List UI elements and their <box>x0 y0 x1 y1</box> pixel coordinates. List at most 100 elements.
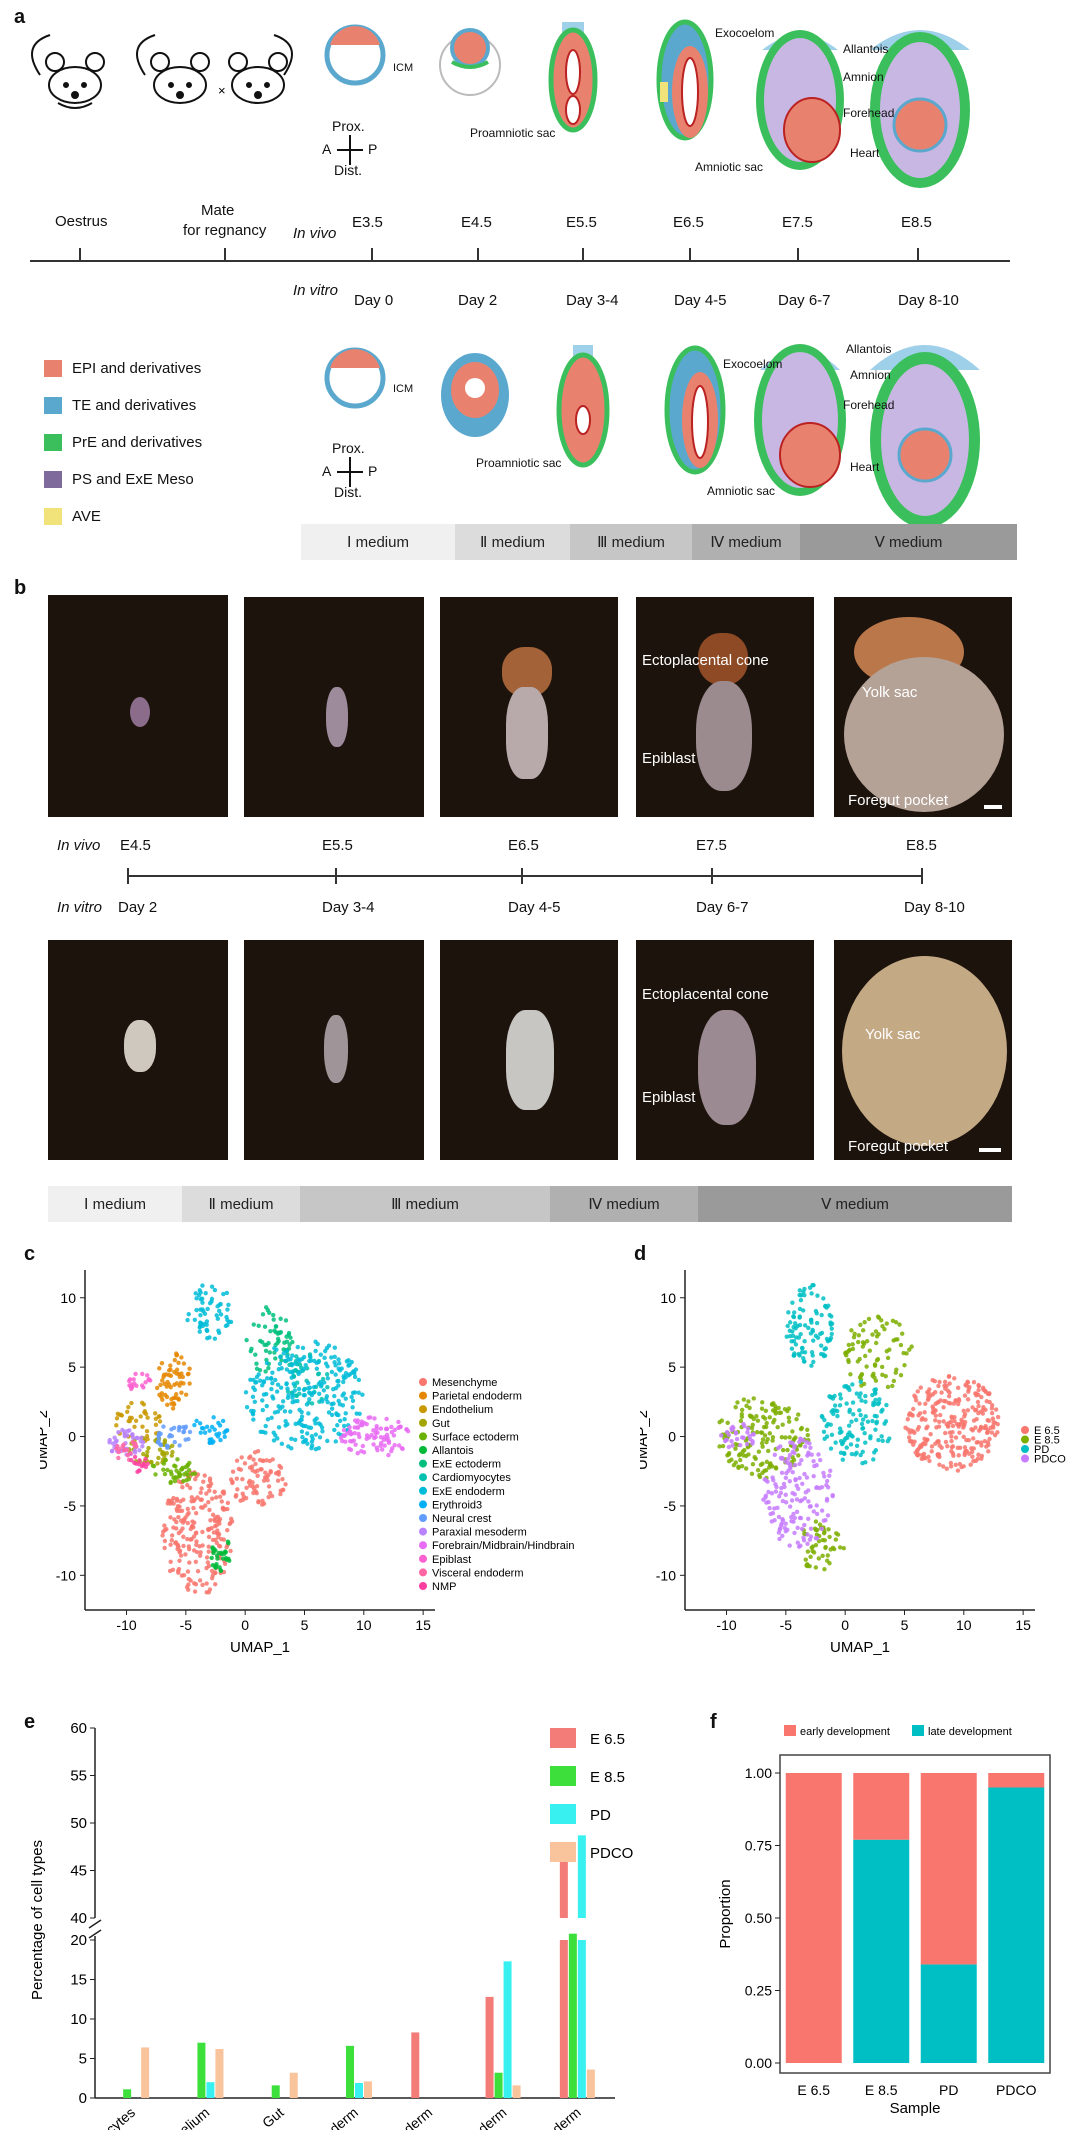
umap-point <box>937 1419 942 1424</box>
umap-point <box>837 1545 843 1550</box>
umap-point <box>275 1478 281 1483</box>
umap-legend-dot <box>419 1446 427 1454</box>
umap-point <box>254 1361 259 1366</box>
umap-point <box>904 1351 909 1356</box>
umap-point <box>277 1463 282 1469</box>
umap-point <box>168 1542 173 1547</box>
umap-point <box>125 1428 130 1434</box>
umap-point <box>819 1343 824 1348</box>
umap-point <box>945 1423 951 1429</box>
umap-point <box>296 1421 301 1426</box>
umap-point <box>817 1457 823 1463</box>
umap-point <box>193 1476 198 1482</box>
umap-y-tick-label: 5 <box>68 1359 76 1375</box>
umap-point <box>302 1438 308 1444</box>
in-vitro-day2-diagram <box>441 353 509 437</box>
umap-point <box>290 1395 295 1400</box>
umap-point <box>938 1412 943 1418</box>
umap-point <box>970 1454 975 1459</box>
umap-point <box>295 1398 300 1404</box>
umap-point <box>159 1361 165 1366</box>
umap-point <box>366 1435 372 1440</box>
umap-point <box>200 1283 205 1288</box>
umap-point <box>175 1504 181 1509</box>
umap-point <box>262 1324 268 1329</box>
umap-point <box>864 1364 869 1369</box>
umap-point <box>961 1464 966 1469</box>
umap-point <box>290 1353 295 1358</box>
umap-point <box>282 1409 288 1414</box>
umap-point <box>949 1415 955 1421</box>
umap-point <box>912 1439 917 1444</box>
umap-point <box>157 1419 163 1424</box>
umap-point <box>192 1589 198 1594</box>
umap-point <box>838 1438 844 1444</box>
umap-point <box>811 1550 817 1555</box>
umap-point <box>913 1395 918 1400</box>
umap-point <box>169 1538 175 1543</box>
umap-point <box>808 1445 813 1450</box>
f-bar-early <box>920 1773 977 1965</box>
umap-point <box>768 1462 773 1468</box>
umap-point <box>849 1419 854 1424</box>
umap-point <box>207 1476 213 1481</box>
umap-point <box>936 1424 942 1429</box>
umap-point <box>826 1527 831 1532</box>
umap-point <box>885 1384 891 1390</box>
a-label: A <box>322 141 332 157</box>
umap-point <box>825 1553 830 1558</box>
umap-point <box>267 1350 273 1355</box>
umap-point <box>736 1453 742 1458</box>
umap-point <box>244 1337 249 1343</box>
umap-point <box>320 1399 325 1404</box>
umap-point <box>164 1372 169 1377</box>
umap-point <box>286 1393 291 1398</box>
umap-point <box>976 1387 981 1393</box>
umap-point <box>964 1448 969 1454</box>
umap-point <box>756 1449 762 1454</box>
umap-point <box>739 1414 745 1420</box>
umap-point <box>140 1371 145 1377</box>
umap-point <box>957 1430 962 1435</box>
umap-point <box>320 1429 325 1434</box>
umap-point <box>225 1539 231 1544</box>
umap-point <box>183 1392 189 1397</box>
umap-legend-dot <box>419 1418 427 1427</box>
umap-point <box>143 1456 148 1462</box>
umap-point-cloud <box>717 1282 1001 1572</box>
umap-point <box>736 1464 741 1469</box>
umap-point <box>165 1402 170 1408</box>
umap-point <box>197 1421 203 1426</box>
heart-label-vitro: Heart <box>850 460 880 474</box>
umap-point <box>837 1426 843 1431</box>
umap-point <box>146 1377 151 1382</box>
umap-point <box>222 1549 228 1554</box>
e-bar <box>346 2045 354 2098</box>
umap-legend-dot <box>419 1541 427 1550</box>
umap-point <box>397 1424 402 1430</box>
umap-point <box>353 1367 359 1372</box>
umap-point <box>808 1526 814 1531</box>
umap-point <box>215 1434 221 1439</box>
umap-point <box>848 1372 853 1377</box>
umap-point <box>197 1329 202 1334</box>
umap-point <box>186 1311 191 1317</box>
umap-point <box>797 1439 802 1445</box>
umap-point <box>752 1455 757 1460</box>
umap-point <box>742 1423 747 1429</box>
umap-point <box>946 1374 952 1379</box>
medium-segment: Ⅰ medium <box>301 524 455 560</box>
b-stage-e6-5: E6.5 <box>508 837 539 854</box>
umap-point <box>862 1431 867 1436</box>
umap-point <box>273 1356 278 1361</box>
umap-point <box>801 1356 806 1361</box>
umap-point <box>375 1447 380 1453</box>
umap-point <box>734 1436 740 1442</box>
umap-point <box>285 1422 290 1427</box>
umap-point <box>873 1448 879 1453</box>
umap-point <box>832 1393 837 1399</box>
umap-point <box>813 1333 819 1339</box>
umap-point <box>985 1430 990 1435</box>
umap-point <box>778 1490 784 1496</box>
f-x-tick-label: PDCO <box>996 2082 1037 2098</box>
